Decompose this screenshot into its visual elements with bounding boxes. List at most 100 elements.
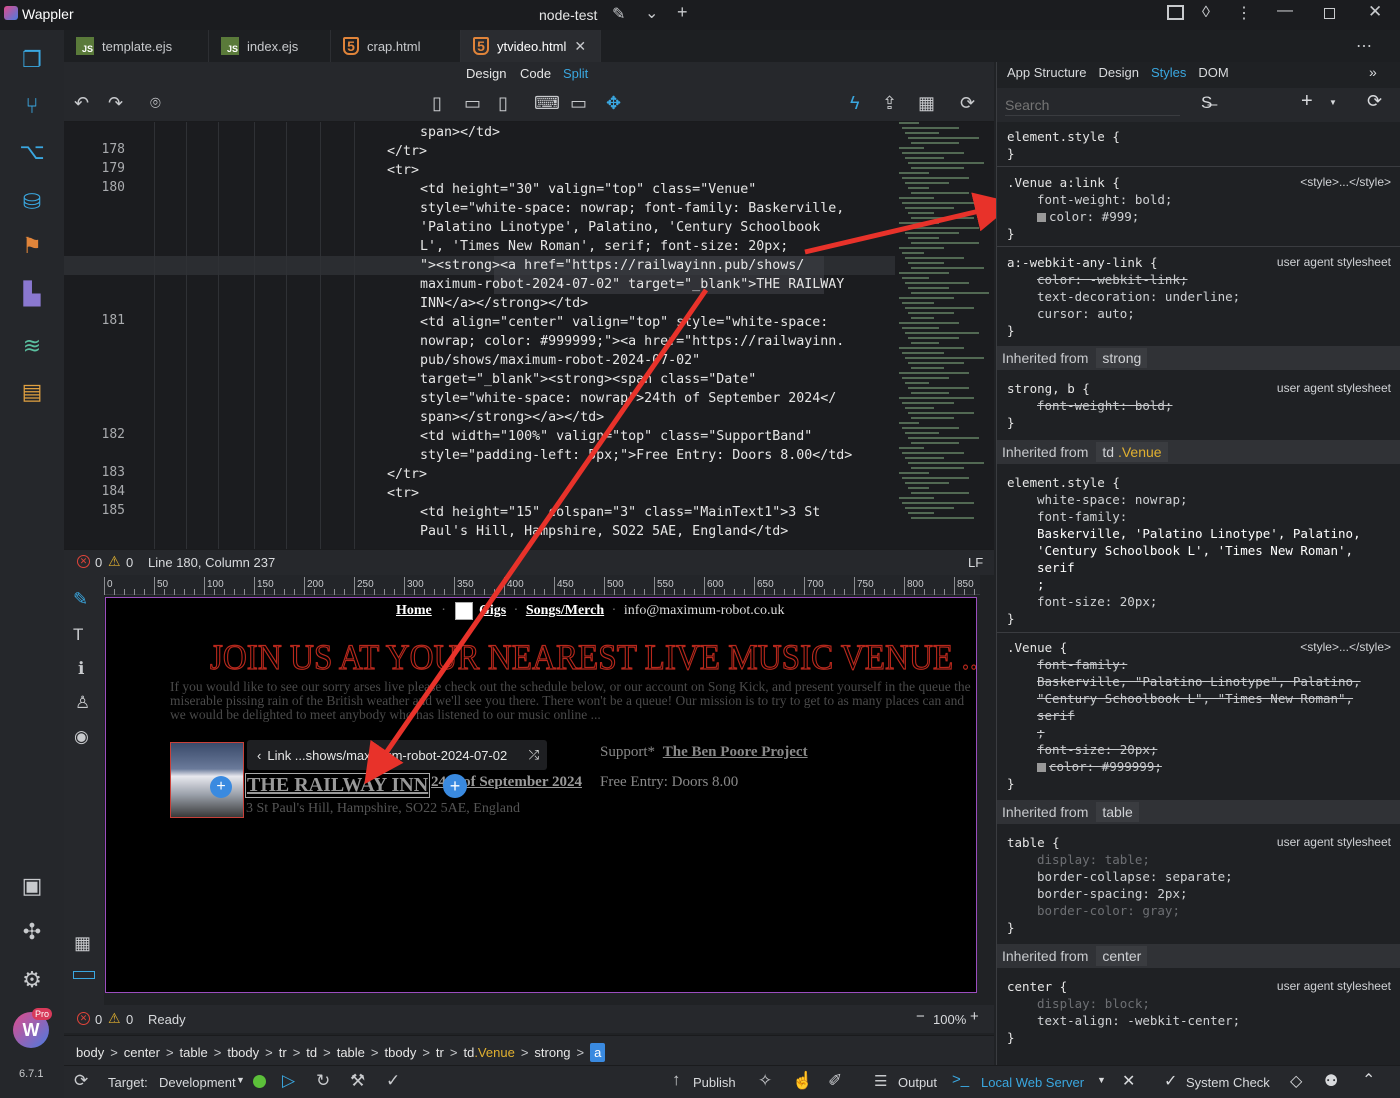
inherited-tag[interactable]: td .Venue [1096, 442, 1168, 462]
tablet-view-icon[interactable]: ▯ [498, 92, 508, 114]
breadcrumb-item[interactable]: td.Venue [463, 1045, 514, 1060]
terminal-icon[interactable]: >_ [952, 1071, 969, 1088]
tab-template-ejs[interactable]: JS template.ejs [64, 30, 209, 62]
fit-view-icon[interactable]: ✥ [606, 92, 621, 114]
minimize-icon[interactable]: — [1277, 2, 1293, 20]
rule-source[interactable]: <style>...</style> [1300, 174, 1391, 191]
local-server-button[interactable]: Local Web Server [981, 1075, 1084, 1090]
maximize-icon[interactable] [1324, 8, 1335, 19]
chevron-down-icon[interactable]: ⌄ [645, 3, 658, 23]
prop-font-family[interactable]: font-family: [997, 508, 1400, 525]
lightning-icon[interactable]: ϟ [850, 92, 860, 114]
info-icon[interactable]: ℹ [78, 659, 84, 679]
run-icon[interactable]: ▷ [282, 1071, 295, 1091]
mobile-view-icon[interactable]: ▯ [432, 92, 442, 114]
edit-icon[interactable]: ✎ [73, 589, 88, 610]
git-icon[interactable]: ⑂ [16, 90, 48, 122]
thumbs-up-icon[interactable]: ☝ [792, 1071, 813, 1091]
edit-project-icon[interactable]: ✎ [612, 4, 625, 24]
rule-source[interactable]: <style>...</style> [1300, 639, 1391, 656]
style-search-input[interactable] [1005, 94, 1180, 116]
add-icon[interactable]: + [677, 2, 688, 23]
tools-icon[interactable]: ⚒ [350, 1071, 365, 1091]
more-menu-icon[interactable]: ⋮ [1236, 3, 1252, 23]
output-icon[interactable]: ☰ [874, 1072, 887, 1090]
tab-dom[interactable]: DOM [1198, 65, 1228, 80]
breadcrumb-item[interactable]: tbody [385, 1045, 417, 1060]
stop-server-icon[interactable]: ✕ [1122, 1071, 1135, 1091]
check-circle-icon[interactable]: ✓ [386, 1071, 400, 1091]
mobile-landscape-icon[interactable]: ▭ [464, 92, 481, 114]
camera-icon[interactable]: ⌾ [150, 92, 161, 114]
assets-icon[interactable]: ▙ [16, 278, 48, 310]
theme-drop-icon[interactable]: ◊ [1202, 4, 1210, 22]
add-before-button[interactable]: + [210, 776, 232, 798]
breadcrumb-item[interactable]: body [76, 1045, 104, 1060]
breadcrumb-item[interactable]: table [337, 1045, 365, 1060]
breadcrumb-item[interactable]: center [124, 1045, 160, 1060]
back-chevron-icon[interactable]: ‹ [257, 748, 261, 763]
breadcrumb-item[interactable]: td [306, 1045, 317, 1060]
undo-icon[interactable]: ↶ [74, 92, 89, 114]
add-rule-dropdown-icon[interactable]: ▼ [1329, 98, 1337, 107]
puzzle-icon[interactable]: ✣ [16, 916, 48, 948]
shuffle-icon[interactable]: ⤮ [529, 747, 539, 763]
text-size-icon[interactable]: T [73, 625, 83, 645]
share-icon[interactable]: ⇪ [882, 92, 897, 114]
tab-styles[interactable]: Styles [1151, 65, 1186, 80]
code-editor[interactable]: span></td> 178 </tr> 179 <tr> 180 <td height="… [64, 122, 895, 549]
breadcrumb-item[interactable]: table [180, 1045, 208, 1060]
system-check-button[interactable]: System Check [1186, 1075, 1270, 1090]
server-dropdown-icon[interactable]: ▼ [1097, 1075, 1106, 1085]
add-rule-icon[interactable]: + [1301, 90, 1313, 113]
code-mode-button[interactable]: Code [520, 66, 551, 81]
tab-design[interactable]: Design [1099, 65, 1139, 80]
files-icon[interactable]: ❐ [16, 44, 48, 76]
desktop-view-icon[interactable]: ▭ [570, 92, 587, 114]
breadcrumb-item[interactable]: tr [279, 1045, 287, 1060]
publish-button[interactable]: Publish [693, 1075, 736, 1090]
target-select[interactable]: Development [159, 1075, 236, 1090]
close-tab-icon[interactable]: ✕ [574, 38, 586, 55]
layout-icon[interactable] [1167, 5, 1184, 20]
publish-icon[interactable]: ↑ [672, 1070, 681, 1090]
ruler-toggle-icon[interactable] [73, 971, 95, 979]
split-mode-button[interactable]: Split [563, 66, 588, 81]
sync-icon[interactable]: ⟳ [74, 1071, 88, 1091]
zoom-in-button[interactable]: + [970, 1008, 979, 1025]
prop-color[interactable]: color: #999; [997, 208, 1400, 225]
design-preview[interactable]: Home · Gigs · Songs/Merch · info@maximum… [105, 597, 977, 993]
extensions-icon[interactable]: ▣ [16, 870, 48, 902]
settings-gear-icon[interactable]: ⚙ [16, 964, 48, 996]
nav-home-link[interactable]: Home [396, 603, 432, 618]
refresh-styles-icon[interactable]: ⟳ [1367, 91, 1382, 112]
reload-icon[interactable]: ↻ [316, 1071, 330, 1091]
color-swatch[interactable] [1037, 213, 1046, 222]
prop-font-size[interactable]: font-size: 20px; [997, 593, 1400, 610]
inherited-tag[interactable]: center [1096, 946, 1148, 966]
tab-index-ejs[interactable]: JS index.ejs [209, 30, 331, 62]
qr-code-icon[interactable]: ▦ [918, 92, 935, 114]
breadcrumb-item[interactable]: tr [436, 1045, 444, 1060]
bug-icon[interactable]: ⚉ [1324, 1071, 1338, 1091]
collapse-panel-icon[interactable]: » [1369, 64, 1377, 80]
project-name[interactable]: node-test [539, 7, 597, 23]
breadcrumb-item[interactable]: strong [534, 1045, 570, 1060]
workflow-icon[interactable]: ⌥ [16, 136, 48, 168]
strikethrough-icon[interactable]: S̶ [1201, 93, 1212, 113]
zoom-out-button[interactable]: − [916, 1008, 925, 1025]
minimap[interactable] [895, 122, 994, 549]
nav-songs-link[interactable]: Songs/Merch [526, 603, 604, 618]
routing-icon[interactable]: ⚑ [16, 230, 48, 262]
sparkle-icon[interactable]: ✧ [758, 1071, 772, 1091]
tab-app-structure[interactable]: App Structure [1007, 65, 1087, 80]
breadcrumb-item[interactable]: a [590, 1043, 606, 1062]
inherited-tag[interactable]: strong [1096, 348, 1148, 368]
eraser-icon[interactable]: ◇ [1290, 1071, 1302, 1091]
grid-icon[interactable]: ▦ [74, 933, 91, 954]
redo-icon[interactable]: ↷ [108, 92, 123, 114]
clipboard-icon[interactable]: ▤ [16, 376, 48, 408]
shirt-icon[interactable]: ♙ [75, 693, 90, 713]
close-window-icon[interactable]: ✕ [1368, 2, 1382, 22]
prop-white-space[interactable]: white-space: nowrap; [997, 491, 1400, 508]
